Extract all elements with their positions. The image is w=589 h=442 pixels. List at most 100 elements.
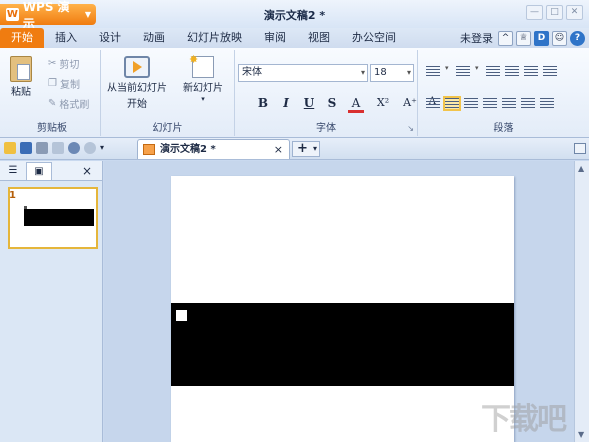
tab-review[interactable]: 审阅	[253, 28, 297, 48]
font-size-select[interactable]: 18 ▾	[370, 64, 414, 82]
undo-icon[interactable]	[68, 142, 80, 154]
close-button[interactable]: ✕	[566, 5, 583, 20]
redo-icon[interactable]	[84, 142, 96, 154]
slide-number: 1	[9, 190, 16, 201]
distribute-icon[interactable]	[521, 98, 535, 109]
quick-access-icons: ▾	[4, 142, 112, 154]
white-square-shape[interactable]	[176, 310, 187, 321]
chevron-down-icon: ▾	[445, 64, 449, 72]
justify-icon[interactable]	[502, 98, 516, 109]
tab-slideshow[interactable]: 幻灯片放映	[176, 28, 253, 48]
font-color-button[interactable]: A	[348, 96, 364, 113]
paragraph-group: ▾ ▾ 段落	[418, 50, 589, 136]
thumbnail-band	[24, 209, 94, 226]
chevron-down-icon: ▾	[406, 68, 411, 77]
font-group-label: 字体	[316, 123, 336, 134]
chevron-down-icon: ▾	[475, 64, 479, 72]
decrease-indent-icon[interactable]	[486, 66, 500, 77]
paste-icon	[10, 56, 32, 82]
align-left-icon[interactable]	[443, 96, 461, 111]
close-tab-icon[interactable]: ×	[274, 140, 283, 159]
slide-thumbnail[interactable]	[8, 187, 98, 249]
cut-button[interactable]: ✂ 剪切	[48, 56, 79, 71]
bold-button[interactable]: B	[256, 96, 270, 113]
play-from-current-label: 从当前幻灯片	[107, 83, 167, 94]
align-right-icon[interactable]	[483, 98, 497, 109]
scroll-up-icon[interactable]: ▲	[578, 164, 584, 173]
paste-label: 粘贴	[11, 87, 31, 98]
new-slide-button[interactable]: ✸ 新幻灯片 ▾	[183, 53, 223, 103]
font-name-select[interactable]: 宋体 ▾	[238, 64, 368, 82]
bullets-icon[interactable]	[426, 66, 440, 77]
skin-theme-icon[interactable]: ☺	[552, 30, 567, 46]
font-group: 宋体 ▾ 18 ▾ B I U S A X² A⁺ A⁻ 字体 ↘	[235, 50, 441, 136]
grow-font-button[interactable]: A⁺	[402, 96, 418, 113]
quick-access-bar: ▾ 演示文稿2 * × + ▾	[0, 138, 589, 160]
customize-toolbar-icon[interactable]: ▾	[100, 142, 112, 154]
tab-office-space[interactable]: 办公空间	[341, 28, 407, 48]
panel-toggle-icon[interactable]	[574, 143, 586, 154]
document-tab[interactable]: 演示文稿2 * ×	[137, 139, 290, 159]
new-slide-icon: ✸	[189, 53, 214, 78]
plus-icon: +	[297, 141, 308, 156]
clipboard-group: 粘贴 ✂ 剪切 ❐ 复制 ✎ 格式刷 剪贴板	[4, 50, 101, 136]
strikethrough-button[interactable]: S	[325, 96, 339, 113]
tab-insert[interactable]: 插入	[44, 28, 88, 48]
slides-group-label: 幻灯片	[152, 123, 183, 134]
skin-icon[interactable]: ♕	[516, 30, 531, 46]
paragraph-top-row: ▾ ▾	[426, 64, 557, 78]
underline-button[interactable]: U	[302, 96, 316, 113]
print-preview-icon[interactable]	[52, 142, 64, 154]
text-direction-icon[interactable]	[524, 66, 538, 77]
font-format-row: B I U S A X² A⁺ A⁻	[256, 96, 443, 113]
numbering-icon[interactable]	[456, 66, 470, 77]
vertical-align-icon[interactable]	[540, 98, 554, 109]
tab-animation[interactable]: 动画	[132, 28, 176, 48]
scroll-down-icon[interactable]: ▼	[578, 430, 584, 439]
help-icon[interactable]: ?	[570, 30, 585, 46]
chevron-down-icon: ▾	[360, 68, 365, 77]
play-from-current-label-2: 开始	[127, 99, 147, 110]
copy-button[interactable]: ❐ 复制	[48, 76, 80, 91]
tab-design[interactable]: 设计	[88, 28, 132, 48]
chevron-down-icon: ▾	[201, 95, 205, 103]
line-spacing-icon[interactable]	[543, 66, 557, 77]
new-tab-button[interactable]: + ▾	[292, 141, 320, 157]
font-size-value: 18	[374, 67, 387, 78]
window-controls: — □ ✕	[526, 5, 583, 20]
collapse-ribbon-icon[interactable]: ^	[498, 30, 513, 46]
print-icon[interactable]	[36, 142, 48, 154]
minimize-button[interactable]: —	[526, 5, 543, 20]
italic-button[interactable]: I	[279, 96, 293, 113]
menu-right-area: 未登录 ^ ♕ D ☺ ?	[460, 30, 585, 46]
menu-tabs: 开始 插入 设计 动画 幻灯片放映 审阅 视图 办公空间 未登录 ^ ♕ D ☺…	[0, 28, 589, 48]
close-pane-icon[interactable]: ×	[74, 162, 100, 180]
slides-group: 从当前幻灯片 开始 ✸ 新幻灯片 ▾ 幻灯片	[101, 50, 235, 136]
align-center-icon[interactable]	[464, 98, 478, 109]
tab-home[interactable]: 开始	[0, 28, 44, 48]
black-band-shape[interactable]	[171, 303, 514, 386]
scissors-icon: ✂	[48, 58, 57, 69]
open-icon[interactable]	[4, 142, 16, 154]
copy-icon: ❐	[48, 78, 57, 89]
vertical-scrollbar[interactable]: ▲ ▼	[574, 161, 589, 442]
dialog-launcher-icon[interactable]: ↘	[407, 124, 414, 133]
paste-button[interactable]: 粘贴	[10, 56, 32, 98]
maximize-button[interactable]: □	[546, 5, 563, 20]
increase-indent-icon[interactable]	[505, 66, 519, 77]
cut-label: 剪切	[59, 60, 80, 71]
tab-view[interactable]: 视图	[297, 28, 341, 48]
align-icon[interactable]	[426, 98, 440, 109]
save-icon[interactable]	[20, 142, 32, 154]
brush-icon: ✎	[48, 98, 57, 109]
paragraph-group-label: 段落	[493, 123, 514, 134]
paragraph-align-row	[426, 96, 554, 111]
doc-icon[interactable]: D	[534, 30, 549, 46]
superscript-button[interactable]: X²	[373, 96, 393, 113]
outline-tab-icon[interactable]: ☰	[0, 162, 26, 180]
format-painter-button[interactable]: ✎ 格式刷	[48, 96, 89, 111]
login-status[interactable]: 未登录	[460, 30, 493, 46]
slides-tab-icon[interactable]: ▣	[26, 161, 52, 180]
play-from-current-button[interactable]: 从当前幻灯片 开始	[107, 56, 167, 110]
slide-canvas[interactable]	[171, 176, 514, 442]
